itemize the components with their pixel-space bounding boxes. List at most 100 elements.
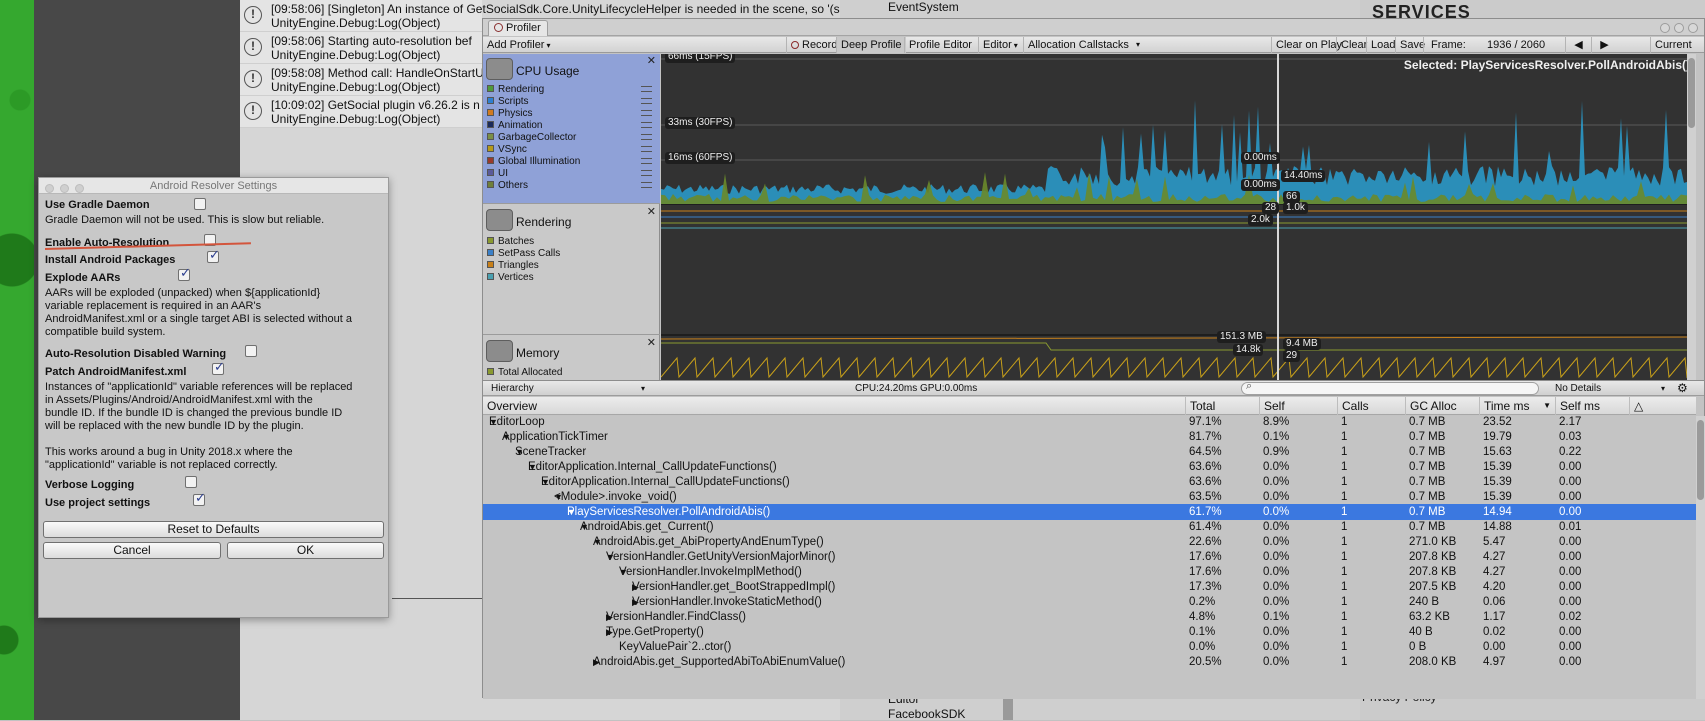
use-project-settings-checkbox[interactable]: [193, 491, 206, 506]
collapsed-arrow-icon[interactable]: ▶: [632, 579, 639, 595]
timeline-chart[interactable]: [661, 54, 1696, 380]
table-row[interactable]: ▼ EditorApplication.Internal_CallUpdateFu…: [483, 459, 1696, 475]
table-row[interactable]: KeyValuePair`2..ctor() 0.0% 0.0% 1 0 B 0.00 0.…: [483, 639, 1696, 655]
drag-handle-icon[interactable]: [641, 170, 652, 176]
minimize-icon[interactable]: [1660, 23, 1670, 33]
search-input[interactable]: [1241, 380, 1539, 395]
gear-icon[interactable]: ⚙: [1677, 381, 1688, 396]
details-dropdown[interactable]: No Details ▾: [1555, 381, 1669, 396]
collapsed-arrow-icon[interactable]: ▶: [606, 624, 613, 640]
table-row[interactable]: ▼ ApplicationTickTimer 81.7% 0.1% 1 0.7 MB 19.…: [483, 429, 1696, 445]
column-calls[interactable]: Calls: [1337, 397, 1369, 415]
drag-handle-icon[interactable]: [641, 182, 652, 188]
table-row[interactable]: ▼ <Module>.invoke_void() 63.5% 0.0% 1 0.7 MB 1…: [483, 489, 1696, 505]
close-icon[interactable]: ✕: [647, 54, 656, 67]
table-row[interactable]: ▼ PlayServicesResolver.PollAndroidAbis() 6…: [483, 504, 1696, 520]
view-dropdown[interactable]: Hierarchy ▾: [491, 381, 651, 396]
collapsed-arrow-icon[interactable]: ▶: [593, 654, 600, 670]
close-icon[interactable]: [45, 184, 54, 193]
column-self[interactable]: Self: [1259, 397, 1285, 415]
expanded-arrow-icon[interactable]: ▼: [489, 416, 498, 430]
table-row[interactable]: ▶ VersionHandler.get_BootStrappedImpl() 17…: [483, 579, 1696, 595]
table-row[interactable]: ▼ EditorApplication.Internal_CallUpdateFu…: [483, 474, 1696, 490]
drag-handle-icon[interactable]: [641, 86, 652, 92]
clear-on-play-button[interactable]: Clear on Play: [1271, 37, 1346, 53]
ok-button[interactable]: OK: [227, 542, 384, 559]
use-gradle-daemon-checkbox[interactable]: [194, 198, 206, 210]
close-icon[interactable]: [1688, 23, 1698, 33]
expanded-arrow-icon[interactable]: ▼: [619, 564, 628, 580]
add-profiler-dropdown[interactable]: Add Profiler: [483, 37, 660, 53]
patch-manifest-checkbox[interactable]: [212, 360, 225, 375]
expanded-arrow-icon[interactable]: ▼: [515, 444, 524, 460]
column-time-ms[interactable]: Time ms ▼: [1479, 397, 1555, 415]
table-row[interactable]: ▶ AndroidAbis.get_SupportedAbiToAbiEnumVa…: [483, 654, 1696, 670]
legend-item[interactable]: Vertices: [487, 271, 534, 284]
warning-icon[interactable]: △: [1629, 397, 1643, 415]
drag-handle-icon[interactable]: [641, 122, 652, 128]
column-gc-alloc[interactable]: GC Alloc: [1405, 397, 1457, 415]
table-row[interactable]: ▼ VersionHandler.InvokeImplMethod() 17.6% 0…: [483, 564, 1696, 580]
editor-dropdown[interactable]: Editor: [978, 37, 1022, 53]
tab-profiler[interactable]: Profiler: [488, 20, 548, 36]
profiler-charts[interactable]: 66ms (15FPS) 33ms (30FPS) 16ms (60FPS) S…: [661, 54, 1696, 380]
collapsed-arrow-icon[interactable]: ▶: [632, 594, 639, 610]
close-icon[interactable]: ✕: [647, 336, 656, 349]
table-row[interactable]: ▼ AndroidAbis.get_AbiPropertyAndEnumType(…: [483, 534, 1696, 550]
hierarchy-item-eventsystem[interactable]: EventSystem: [888, 0, 959, 14]
explode-aars-checkbox[interactable]: [178, 266, 191, 281]
module-cpu-usage[interactable]: CPU Usage ✕ Rendering Scripts Physics Anima…: [483, 54, 660, 204]
console-row[interactable]: ! [09:58:06] [Singleton] An instance of …: [240, 0, 840, 32]
drag-handle-icon[interactable]: [641, 158, 652, 164]
expanded-arrow-icon[interactable]: ▼: [554, 489, 563, 505]
expanded-arrow-icon[interactable]: ▼: [580, 519, 589, 535]
drag-handle-icon[interactable]: [641, 110, 652, 116]
verbose-logging-checkbox[interactable]: [185, 476, 197, 488]
minimize-icon[interactable]: [60, 184, 69, 193]
current-frame-button[interactable]: Current: [1650, 37, 1696, 53]
auto-resolution-warning-checkbox[interactable]: [245, 345, 257, 357]
profile-editor-button[interactable]: Profile Editor: [904, 37, 976, 53]
drag-handle-icon[interactable]: [641, 134, 652, 140]
table-row[interactable]: ▶ Type.GetProperty() 0.1% 0.0% 1 40 B 0.02 0.00: [483, 624, 1696, 640]
record-button[interactable]: Record: [786, 37, 841, 53]
column-total[interactable]: Total: [1185, 397, 1215, 415]
prev-frame-button[interactable]: ◀: [1565, 37, 1591, 53]
expanded-arrow-icon[interactable]: ▼: [593, 534, 602, 550]
module-memory[interactable]: Memory ✕ Total Allocated: [483, 336, 660, 380]
maximize-icon[interactable]: [1674, 23, 1684, 33]
install-android-packages-checkbox[interactable]: [207, 248, 220, 263]
expanded-arrow-icon[interactable]: ▼: [606, 549, 615, 565]
scrollbar-thumb[interactable]: [1688, 58, 1695, 128]
allocation-callstacks-dropdown[interactable]: Allocation Callstacks ▾: [1023, 37, 1143, 53]
table-scrollbar[interactable]: [1696, 416, 1705, 699]
console-row[interactable]: ! [09:58:08] Method call: HandleOnStartU…: [240, 64, 484, 96]
hierarchy-item-facebooksdk[interactable]: FacebookSDK: [888, 707, 965, 721]
close-icon[interactable]: ✕: [647, 205, 656, 218]
cancel-button[interactable]: Cancel: [43, 542, 221, 559]
zoom-icon[interactable]: [75, 184, 84, 193]
collapsed-arrow-icon[interactable]: ▶: [606, 609, 613, 625]
next-frame-button[interactable]: ▶: [1591, 37, 1617, 53]
drag-handle-icon[interactable]: [641, 98, 652, 104]
expanded-arrow-icon[interactable]: ▼: [567, 504, 576, 520]
scrollbar-thumb[interactable]: [1697, 420, 1704, 500]
console-row[interactable]: ! [10:09:02] GetSocial plugin v6.26.2 is…: [240, 96, 482, 128]
legend-item[interactable]: Total Allocated: [487, 366, 563, 379]
table-row[interactable]: ▼ SceneTracker 64.5% 0.9% 1 0.7 MB 15.63 0.22: [483, 444, 1696, 460]
expanded-arrow-icon[interactable]: ▼: [528, 459, 537, 475]
column-overview[interactable]: Overview: [483, 397, 537, 415]
table-row[interactable]: ▶ VersionHandler.InvokeStaticMethod() 0.2%…: [483, 594, 1696, 610]
deep-profile-button[interactable]: Deep Profile: [836, 37, 906, 53]
expanded-arrow-icon[interactable]: ▼: [541, 474, 550, 490]
table-row[interactable]: ▼ VersionHandler.GetUnityVersionMajorMino…: [483, 549, 1696, 565]
column-self-ms[interactable]: Self ms: [1555, 397, 1600, 415]
drag-handle-icon[interactable]: [641, 146, 652, 152]
table-row[interactable]: ▼ EditorLoop 97.1% 8.9% 1 0.7 MB 23.52 2.17: [483, 416, 1696, 430]
console-row[interactable]: ! [09:58:06] Starting auto-resolution be…: [240, 32, 482, 64]
table-row[interactable]: ▶ VersionHandler.FindClass() 4.8% 0.1% 1 63.2…: [483, 609, 1696, 625]
chart-scrollbar[interactable]: [1687, 54, 1696, 380]
reset-to-defaults-button[interactable]: Reset to Defaults: [43, 521, 384, 538]
module-rendering[interactable]: Rendering ✕ Batches SetPass Calls Triangle…: [483, 205, 660, 335]
legend-item[interactable]: Others: [487, 179, 652, 192]
